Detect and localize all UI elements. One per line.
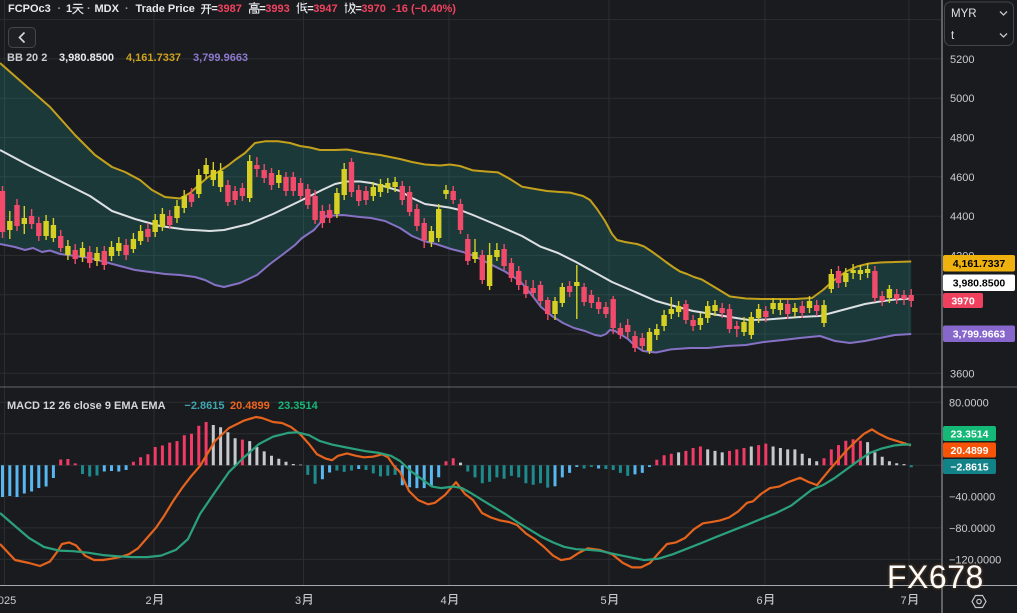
svg-text:20.4899: 20.4899 (951, 445, 989, 457)
svg-text:−40.0000: −40.0000 (949, 492, 995, 504)
svg-text:4,161.7337: 4,161.7337 (953, 258, 1006, 270)
svg-text:MACD 12 26 close 9 EMA EMA: MACD 12 26 close 9 EMA EMA (7, 400, 166, 412)
svg-text:3,980.8500: 3,980.8500 (953, 278, 1006, 290)
svg-text:3993: 3993 (265, 3, 289, 15)
svg-text:3,799.9663: 3,799.9663 (953, 329, 1006, 341)
svg-text:5000: 5000 (950, 93, 974, 105)
svg-text:3600: 3600 (950, 368, 974, 380)
svg-text:80.0000: 80.0000 (949, 397, 989, 409)
svg-text:2025: 2025 (0, 595, 16, 607)
svg-text:23.3514: 23.3514 (951, 428, 989, 440)
svg-text:−2.8615: −2.8615 (184, 400, 224, 412)
svg-text:5: 5 (601, 595, 607, 607)
svg-text:1: 1 (66, 3, 72, 15)
svg-text:3,980.8500: 3,980.8500 (59, 52, 114, 64)
svg-text:4600: 4600 (950, 172, 974, 184)
svg-text:3987: 3987 (217, 3, 241, 15)
svg-text:5200: 5200 (950, 54, 974, 66)
svg-text:−2.8615: −2.8615 (950, 461, 988, 473)
svg-text:−80.0000: −80.0000 (949, 523, 995, 535)
svg-text:FCPOc3: FCPOc3 (8, 3, 51, 15)
svg-text:3970: 3970 (361, 3, 385, 15)
svg-text:·: · (87, 3, 91, 15)
svg-text:3947: 3947 (313, 3, 337, 15)
svg-text:3,799.9663: 3,799.9663 (193, 52, 248, 64)
svg-text:3970: 3970 (951, 295, 975, 307)
svg-text:·: · (125, 3, 129, 15)
svg-text:MYR: MYR (951, 8, 977, 20)
svg-text:20.4899: 20.4899 (230, 400, 270, 412)
svg-text:4: 4 (441, 595, 447, 607)
svg-text:BB 20 2: BB 20 2 (7, 52, 47, 64)
svg-text:3: 3 (295, 595, 301, 607)
svg-text:4400: 4400 (950, 211, 974, 223)
svg-text:MDX: MDX (95, 3, 120, 15)
svg-text:·: · (58, 3, 62, 15)
svg-text:6: 6 (757, 595, 763, 607)
svg-text:4800: 4800 (950, 133, 974, 145)
svg-text:7: 7 (901, 595, 907, 607)
svg-text:-16 (−0.40%): -16 (−0.40%) (392, 3, 456, 15)
svg-text:Trade Price: Trade Price (136, 3, 195, 15)
svg-text:23.3514: 23.3514 (278, 400, 319, 412)
svg-text:4,161.7337: 4,161.7337 (126, 52, 181, 64)
svg-text:2: 2 (146, 595, 152, 607)
